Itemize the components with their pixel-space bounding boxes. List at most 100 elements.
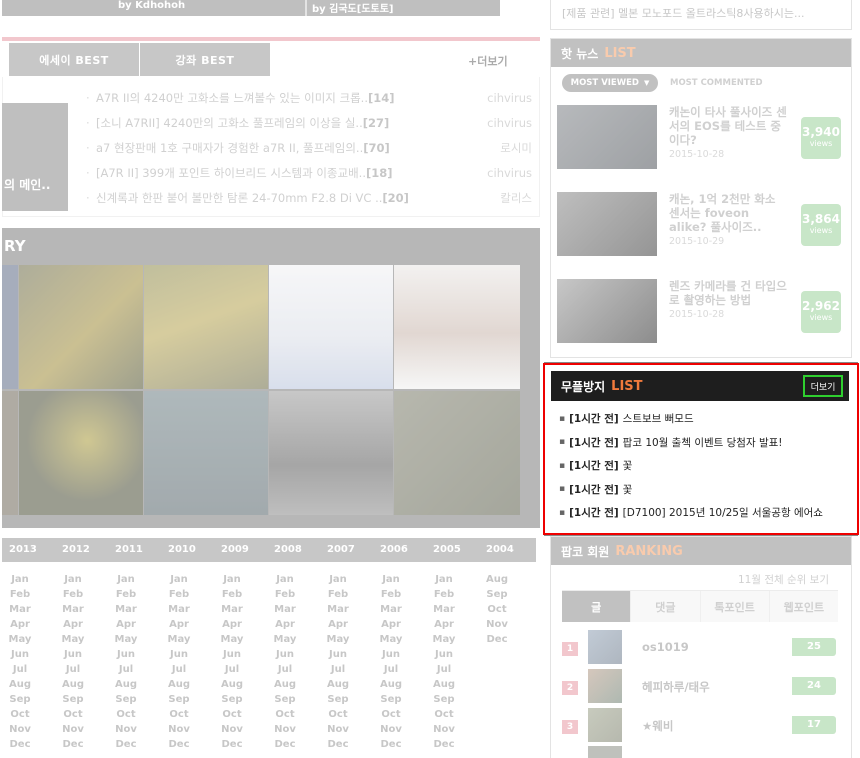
archive-month-link[interactable]: Apr — [318, 617, 358, 632]
archive-month-link[interactable]: Sep — [477, 587, 517, 602]
anti-spam-more-button[interactable]: 더보기 — [803, 375, 843, 397]
rank-user-name[interactable]: 헤피하루/태우 — [642, 679, 710, 695]
top-strip-caption-2[interactable]: by 김국도[도토토] — [312, 0, 394, 15]
gallery-photo[interactable] — [2, 265, 18, 389]
tab-ranking-web-points[interactable]: 웹포인트 — [769, 591, 838, 622]
archive-month-link[interactable]: Jan — [318, 572, 358, 587]
archive-month-link[interactable]: Mar — [0, 602, 40, 617]
archive-month-link[interactable]: Mar — [212, 602, 252, 617]
archive-year[interactable]: 2009 — [221, 544, 249, 555]
archive-month-link[interactable]: May — [371, 632, 411, 647]
archive-month-link[interactable]: Oct — [424, 707, 464, 722]
gallery-photo[interactable] — [19, 265, 143, 389]
archive-month-link[interactable]: Dec — [424, 737, 464, 752]
archive-month-link[interactable]: Dec — [212, 737, 252, 752]
tab-essay-best[interactable]: 에세이 BEST — [9, 43, 139, 76]
archive-month-link[interactable]: Jun — [0, 647, 40, 662]
archive-month-link[interactable]: Jun — [371, 647, 411, 662]
archive-month-link[interactable]: Jul — [371, 662, 411, 677]
archive-month-link[interactable]: Jul — [159, 662, 199, 677]
gallery-photo[interactable] — [19, 391, 143, 515]
gallery-photo[interactable] — [394, 391, 520, 515]
archive-month-link[interactable]: Aug — [477, 572, 517, 587]
archive-month-link[interactable]: Apr — [106, 617, 146, 632]
news-item[interactable]: 렌즈 카메라를 건 타입으로 촬영하는 방법 2015-10-28 2,962 v… — [557, 279, 847, 349]
archive-month-link[interactable]: Nov — [0, 722, 40, 737]
archive-year[interactable]: 2007 — [327, 544, 355, 555]
tab-ranking-talk-points[interactable]: 톡포인트 — [700, 591, 770, 622]
archive-month-link[interactable]: Aug — [106, 677, 146, 692]
list-item[interactable]: ▪ [1시간 전] [D7100] 2015년 10/25일 서울공항 에어쇼 — [559, 501, 849, 525]
rank-user-name[interactable]: ★웨비 — [642, 718, 673, 734]
archive-month-link[interactable]: Mar — [424, 602, 464, 617]
archive-month-link[interactable]: Apr — [0, 617, 40, 632]
news-title[interactable]: 렌즈 카메라를 건 타입으로 촬영하는 방법 — [669, 279, 789, 307]
archive-month-link[interactable]: Jan — [106, 572, 146, 587]
archive-month-link[interactable]: Sep — [53, 692, 93, 707]
archive-month-link[interactable]: Aug — [159, 677, 199, 692]
archive-month-link[interactable]: Mar — [318, 602, 358, 617]
hot-news-accent[interactable]: LIST — [604, 46, 635, 61]
list-item[interactable]: ▪ [1시간 전] 꽃 — [559, 478, 849, 502]
archive-month-link[interactable]: Dec — [106, 737, 146, 752]
archive-month-link[interactable]: Mar — [106, 602, 146, 617]
archive-month-link[interactable]: Sep — [106, 692, 146, 707]
archive-month-link[interactable]: Aug — [53, 677, 93, 692]
news-title[interactable]: 캐논이 타사 풀사이즈 센서의 EOS를 테스트 중이다? — [669, 105, 789, 147]
archive-month-link[interactable]: Jan — [53, 572, 93, 587]
gallery-photo[interactable] — [144, 265, 268, 389]
archive-month-link[interactable]: Jan — [212, 572, 252, 587]
list-item[interactable]: · [소니 A7RII] 4240만의 고화소 풀프레임의 이상을 실..[27]… — [86, 110, 532, 135]
archive-month-link[interactable]: Aug — [265, 677, 305, 692]
archive-month-link[interactable]: Feb — [371, 587, 411, 602]
essay-thumbnail[interactable] — [2, 103, 68, 211]
archive-month-link[interactable]: Apr — [159, 617, 199, 632]
archive-month-link[interactable]: Nov — [424, 722, 464, 737]
archive-month-link[interactable]: Feb — [53, 587, 93, 602]
archive-month-link[interactable]: Jul — [265, 662, 305, 677]
gallery-photo[interactable] — [394, 265, 520, 389]
archive-month-link[interactable]: Sep — [212, 692, 252, 707]
archive-month-link[interactable]: Oct — [159, 707, 199, 722]
archive-month-link[interactable]: May — [318, 632, 358, 647]
archive-month-link[interactable]: Jan — [0, 572, 40, 587]
archive-year[interactable]: 2006 — [380, 544, 408, 555]
archive-month-link[interactable]: Nov — [212, 722, 252, 737]
archive-year[interactable]: 2011 — [115, 544, 143, 555]
archive-month-link[interactable]: Feb — [212, 587, 252, 602]
list-item[interactable]: · A7R II의 4240만 고화소를 느껴볼수 있는 이미지 크롭..[14]… — [86, 85, 532, 110]
rank-user-name[interactable]: os1019 — [642, 640, 689, 654]
archive-month-link[interactable]: Feb — [318, 587, 358, 602]
list-item[interactable]: · a7 현장판매 1호 구매자가 경험한 a7R II, 풀프레임의..[70]… — [86, 135, 532, 160]
archive-month-link[interactable]: May — [212, 632, 252, 647]
archive-month-link[interactable]: May — [53, 632, 93, 647]
archive-month-link[interactable]: May — [106, 632, 146, 647]
archive-month-link[interactable]: Mar — [371, 602, 411, 617]
tab-most-viewed[interactable]: MOST VIEWED ▼ — [562, 74, 658, 92]
archive-month-link[interactable]: Apr — [371, 617, 411, 632]
ranking-accent[interactable]: RANKING — [615, 544, 682, 559]
archive-month-link[interactable]: Sep — [0, 692, 40, 707]
list-item[interactable]: · 신계록과 한판 붙어 볼만한 탐론 24-70mm F2.8 Di VC ..… — [86, 185, 532, 210]
top-notice-link[interactable]: [제품 관련] 멜본 모노포드 올트라스틱8사용하시는... — [562, 5, 804, 21]
archive-month-link[interactable]: Sep — [371, 692, 411, 707]
gallery-photo[interactable] — [144, 391, 268, 515]
archive-month-link[interactable]: Dec — [371, 737, 411, 752]
gallery-photo[interactable] — [2, 391, 18, 515]
archive-month-link[interactable]: Jun — [53, 647, 93, 662]
archive-month-link[interactable]: Dec — [318, 737, 358, 752]
archive-month-link[interactable]: Jun — [212, 647, 252, 662]
ranking-row[interactable]: 1 os1019 25 — [562, 630, 838, 668]
gallery-photo[interactable] — [269, 265, 393, 389]
archive-month-link[interactable]: Jan — [371, 572, 411, 587]
list-item[interactable]: ▪ [1시간 전] 꽃 — [559, 454, 849, 478]
archive-month-link[interactable]: Nov — [53, 722, 93, 737]
ranking-row[interactable]: 2 헤피하루/태우 24 — [562, 669, 838, 707]
archive-month-link[interactable]: Sep — [424, 692, 464, 707]
archive-month-link[interactable]: Nov — [106, 722, 146, 737]
essay-more-link[interactable]: +더보기 — [468, 53, 508, 69]
archive-month-link[interactable]: Jul — [0, 662, 40, 677]
archive-month-link[interactable]: Jan — [159, 572, 199, 587]
avatar[interactable] — [588, 708, 622, 742]
archive-year[interactable]: 2008 — [274, 544, 302, 555]
